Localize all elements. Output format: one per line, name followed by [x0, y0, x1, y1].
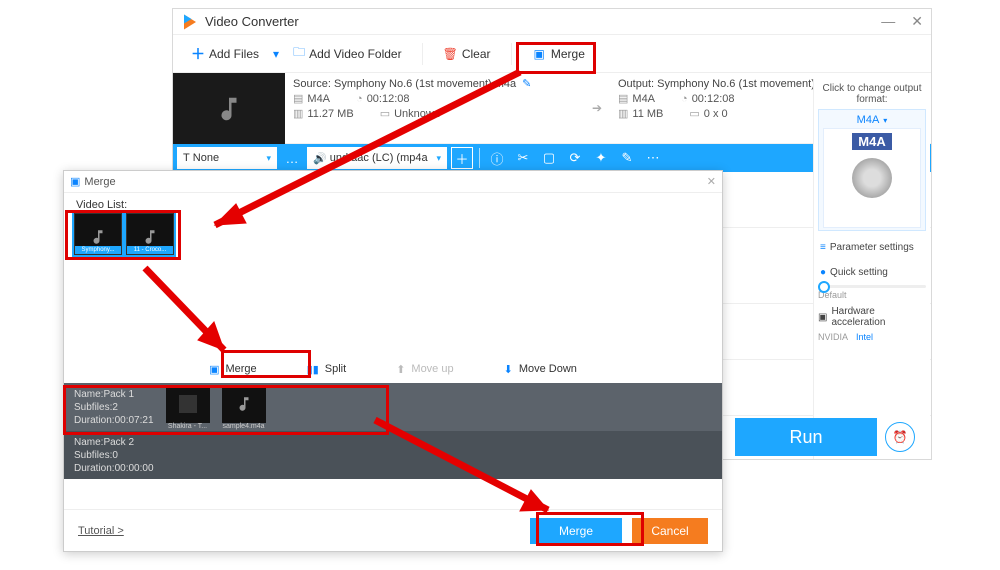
- window-title: Video Converter: [205, 14, 299, 29]
- file-thumbnail[interactable]: [173, 73, 285, 144]
- intel-label: Intel: [856, 332, 873, 342]
- tool-fx-button[interactable]: ✦: [590, 147, 612, 169]
- size-icon: ▥: [618, 107, 628, 120]
- split-icon: ▮▮: [307, 363, 319, 376]
- merge-confirm-button[interactable]: Merge: [530, 518, 622, 544]
- close-window-button[interactable]: ✕: [911, 13, 923, 30]
- tool-rotate-button[interactable]: ⟳: [564, 147, 586, 169]
- audio-select[interactable]: 🔊 und aac (LC) (mp4a▾: [307, 147, 447, 169]
- disc-icon: [852, 158, 892, 198]
- action-move-up[interactable]: ⬆Move up: [396, 363, 453, 376]
- format-tag: M4A: [852, 133, 891, 150]
- add-files-dropdown[interactable]: ▾: [267, 47, 285, 61]
- pack-thumb: [222, 385, 266, 423]
- audio-add-button[interactable]: ＋: [451, 147, 473, 169]
- music-note-icon: [141, 228, 159, 246]
- tool-cut-button[interactable]: ✂: [512, 147, 534, 169]
- dot-icon: ●: [820, 267, 826, 278]
- music-note-icon: [89, 228, 107, 246]
- clock-icon: ◔: [356, 93, 363, 105]
- sliders-icon: ≡: [820, 242, 826, 253]
- edit-icon[interactable]: ✎: [522, 77, 531, 90]
- merge-icon: ▣: [70, 175, 80, 188]
- merge-icon: ▣: [534, 47, 545, 61]
- plus-icon: ＋: [191, 44, 205, 64]
- toolbar: ＋Add Files ▾ 🗀Add Video Folder 🗑Clear ▣M…: [173, 35, 931, 73]
- merge-icon: ▣: [209, 363, 219, 376]
- sub-add-button[interactable]: …: [281, 147, 303, 169]
- action-move-down[interactable]: ⬇Move Down: [504, 363, 577, 376]
- tool-info-button[interactable]: ⓘ: [486, 147, 508, 169]
- up-icon: ⬆: [396, 363, 405, 376]
- pack-thumb: [166, 385, 210, 423]
- arrow-icon: ➔: [584, 73, 610, 143]
- tool-batch-button[interactable]: ⋯: [642, 147, 664, 169]
- subtitle-select[interactable]: T None▾: [177, 147, 277, 169]
- music-note-icon: [235, 395, 253, 413]
- format-icon: ▤: [618, 92, 628, 105]
- merge-dialog: ▣ Merge ✕ Video List: Symphony... 11 - C…: [63, 170, 723, 552]
- size-icon: ▥: [293, 107, 303, 120]
- app-logo: [181, 13, 199, 31]
- cancel-button[interactable]: Cancel: [632, 518, 708, 544]
- trash-icon: 🗑: [443, 47, 458, 61]
- video-list-thumbs: Symphony... 11 - Croco...: [64, 213, 722, 255]
- action-split[interactable]: ▮▮Split: [307, 363, 347, 376]
- hw-accel-toggle[interactable]: ▣Hardware acceleration: [818, 306, 926, 328]
- output-sidebar: Click to change output format: M4A▾ M4A …: [813, 79, 930, 459]
- run-button[interactable]: Run: [735, 418, 877, 456]
- run-bar: Run ⏰: [735, 415, 915, 459]
- chip-icon: ▣: [818, 312, 827, 323]
- video-list-label: Video List:: [64, 193, 722, 213]
- down-icon: ⬇: [504, 363, 513, 376]
- tutorial-link[interactable]: Tutorial >: [78, 525, 124, 537]
- add-files-button[interactable]: ＋Add Files: [183, 40, 267, 68]
- video-thumb[interactable]: Symphony...: [74, 213, 122, 255]
- format-icon: ▤: [293, 92, 303, 105]
- clear-button[interactable]: 🗑Clear: [435, 43, 499, 65]
- action-merge[interactable]: ▣Merge: [209, 363, 257, 376]
- merge-button-top[interactable]: ▣Merge: [524, 45, 595, 63]
- clock-icon: ◔: [681, 93, 688, 105]
- nvidia-label: NVIDIA: [818, 332, 848, 342]
- pack-row[interactable]: Name:Pack 2 Subfiles:0 Duration:00:00:00: [64, 431, 722, 479]
- quick-slider[interactable]: [818, 285, 926, 288]
- tool-crop-button[interactable]: ▢: [538, 147, 560, 169]
- schedule-button[interactable]: ⏰: [885, 422, 915, 452]
- dialog-title-bar: ▣ Merge ✕: [64, 171, 722, 193]
- pack-row[interactable]: Name:Pack 1 Subfiles:2 Duration:00:07:21…: [64, 383, 722, 431]
- minimize-button[interactable]: —: [881, 13, 895, 30]
- folder-icon: 🗀: [293, 43, 305, 64]
- output-format-card[interactable]: M4A▾ M4A: [818, 109, 926, 231]
- dialog-actions: ▣Merge ▮▮Split ⬆Move up ⬇Move Down: [64, 355, 722, 383]
- sidebar-title: Click to change output format:: [818, 83, 926, 105]
- res-icon: ▭: [380, 107, 390, 120]
- music-note-icon: [214, 94, 244, 124]
- default-label: Default: [818, 290, 926, 300]
- add-folder-button[interactable]: 🗀Add Video Folder: [285, 39, 410, 68]
- source-info: Source: Symphony No.6 (1st movement).m4a…: [285, 73, 584, 143]
- tool-wm-button[interactable]: ✎: [616, 147, 638, 169]
- quick-setting-label: ●Quick setting: [818, 264, 926, 281]
- video-thumb[interactable]: 11 - Croco...: [126, 213, 174, 255]
- close-dialog-button[interactable]: ✕: [707, 175, 716, 188]
- title-bar: Video Converter — ✕: [173, 9, 931, 35]
- res-icon: ▭: [689, 107, 699, 120]
- parameter-settings-button[interactable]: ≡Parameter settings: [818, 239, 926, 256]
- dialog-footer: Tutorial > Merge Cancel: [64, 509, 722, 551]
